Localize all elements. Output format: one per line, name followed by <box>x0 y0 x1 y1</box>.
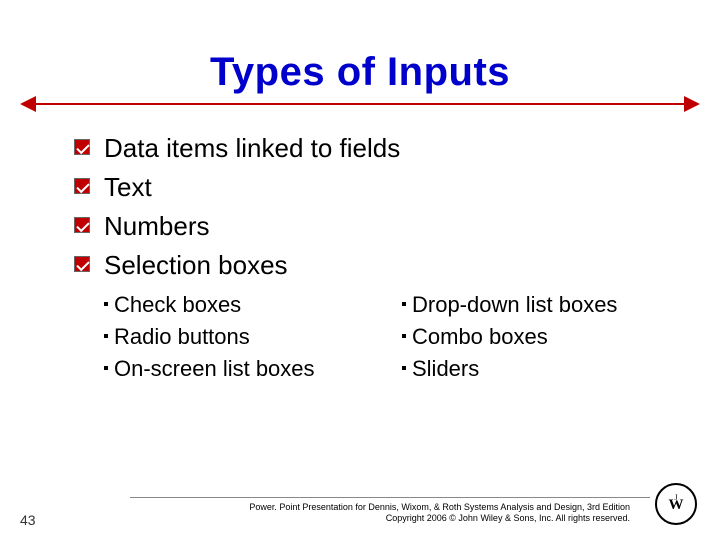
title-divider <box>20 99 700 109</box>
page-number: 43 <box>20 512 36 528</box>
svg-text:J: J <box>674 493 677 502</box>
sub-item: Drop-down list boxes <box>402 289 660 321</box>
slide: Types of Inputs Data items linked to fie… <box>0 0 720 540</box>
bullet-text: Text <box>104 172 152 202</box>
sub-item: Check boxes <box>104 289 362 321</box>
dot-icon <box>104 302 108 306</box>
dot-icon <box>104 334 108 338</box>
slide-title: Types of Inputs <box>60 50 660 95</box>
sub-item: Radio buttons <box>104 321 362 353</box>
dot-icon <box>402 366 406 370</box>
bullet-item: Numbers <box>74 211 660 242</box>
sub-text: On-screen list boxes <box>114 356 315 381</box>
bullet-item: Text <box>74 172 660 203</box>
bullet-text: Numbers <box>104 211 209 241</box>
footer-text: Power. Point Presentation for Dennis, Wi… <box>0 502 720 525</box>
sub-item: On-screen list boxes <box>104 353 362 385</box>
check-bullet-icon <box>74 217 90 233</box>
sub-column-left: Check boxes Radio buttons On-screen list… <box>104 289 362 385</box>
sub-bullet-columns: Check boxes Radio buttons On-screen list… <box>60 289 660 385</box>
sub-text: Drop-down list boxes <box>412 292 617 317</box>
arrow-right-icon <box>684 96 700 112</box>
dot-icon <box>402 334 406 338</box>
footer-line: Power. Point Presentation for Dennis, Wi… <box>0 502 630 513</box>
slide-footer: Power. Point Presentation for Dennis, Wi… <box>0 497 720 525</box>
bullet-text: Data items linked to fields <box>104 133 400 163</box>
sub-item: Combo boxes <box>402 321 660 353</box>
sub-text: Radio buttons <box>114 324 250 349</box>
footer-divider <box>130 497 650 498</box>
check-bullet-icon <box>74 178 90 194</box>
sub-column-right: Drop-down list boxes Combo boxes Sliders <box>402 289 660 385</box>
sub-item: Sliders <box>402 353 660 385</box>
check-bullet-icon <box>74 256 90 272</box>
sub-text: Combo boxes <box>412 324 548 349</box>
wiley-logo-icon: W J <box>654 482 698 526</box>
dot-icon <box>104 366 108 370</box>
footer-line: Copyright 2006 © John Wiley & Sons, Inc.… <box>0 513 630 524</box>
divider-line <box>34 103 686 105</box>
bullet-item: Selection boxes <box>74 250 660 281</box>
dot-icon <box>402 302 406 306</box>
bullet-list: Data items linked to fields Text Numbers… <box>60 133 660 281</box>
sub-text: Sliders <box>412 356 479 381</box>
bullet-item: Data items linked to fields <box>74 133 660 164</box>
sub-text: Check boxes <box>114 292 241 317</box>
check-bullet-icon <box>74 139 90 155</box>
bullet-text: Selection boxes <box>104 250 288 280</box>
